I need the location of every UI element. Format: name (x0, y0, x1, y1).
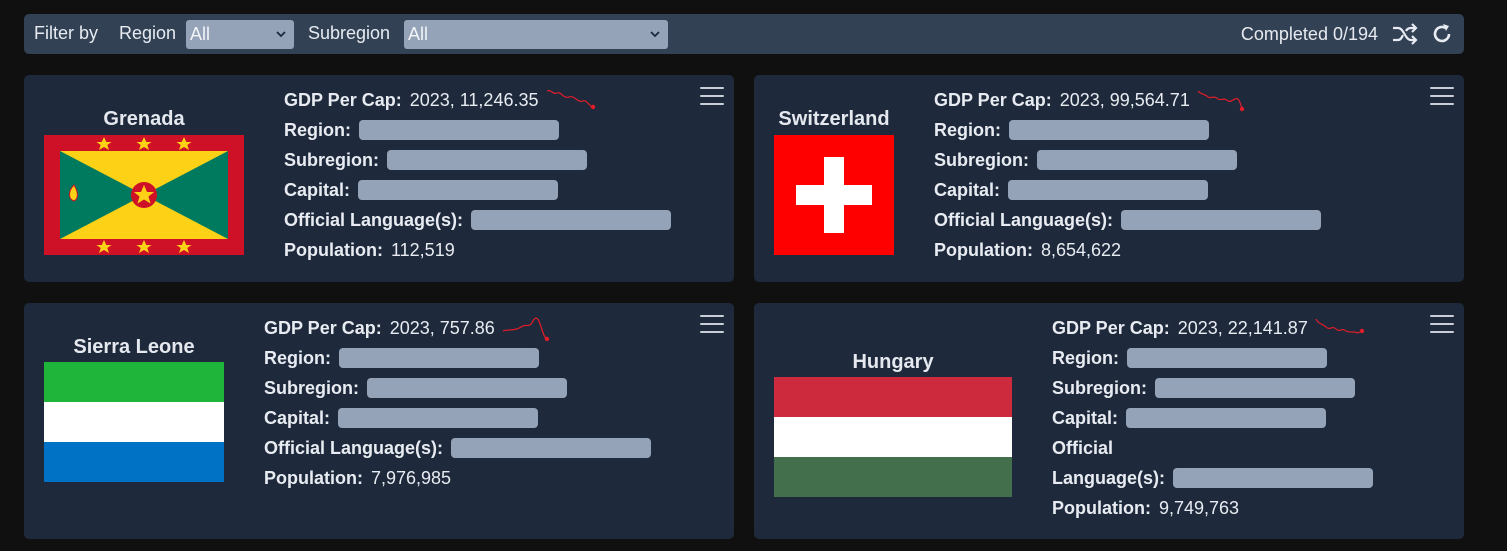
gdp-sparkline (1315, 318, 1365, 334)
region-filter-label: Region (119, 23, 177, 43)
subregion-select-value: All (408, 24, 429, 44)
country-card: Grenada GDP Per Cap: 2023, 11,246.35 Regi… (24, 75, 734, 282)
gdp-label: GDP Per Cap: (264, 318, 382, 338)
subregion-label: Subregion: (264, 378, 359, 398)
gdp-value: 2023, 757.86 (389, 318, 495, 338)
country-info: GDP Per Cap: 2023, 99,564.71 Region: Subr… (934, 85, 1322, 265)
gdp-sparkline (1197, 90, 1245, 112)
completed-counter: Completed 0/194 (1240, 23, 1378, 44)
capital-label: Capital: (1052, 408, 1119, 428)
hungary-flag (774, 377, 1012, 497)
region-label: Region: (264, 348, 331, 368)
languages-label: Official Language(s): (934, 210, 1114, 230)
redacted-languages (1121, 210, 1322, 230)
subregion-label: Subregion: (1052, 378, 1147, 398)
country-card: Hungary GDP Per Cap: 2023, 22,141.87 Regi… (754, 303, 1464, 539)
region-select[interactable]: All (186, 20, 294, 49)
capital-label: Capital: (934, 180, 1001, 200)
gdp-label: GDP Per Cap: (1052, 318, 1170, 338)
languages-label: Official (1052, 438, 1114, 458)
redacted-subregion (387, 150, 587, 170)
redacted-capital (358, 180, 559, 200)
subregion-label: Subregion: (284, 150, 379, 170)
subregion-filter-label: Subregion (308, 23, 391, 43)
languages-label: Official Language(s): (264, 438, 444, 458)
redacted-languages (1173, 468, 1374, 488)
population-value: 8,654,622 (1040, 240, 1122, 260)
gdp-value: 2023, 22,141.87 (1177, 318, 1308, 338)
country-info: GDP Per Cap: 2023, 11,246.35 Region: Subr… (284, 85, 672, 265)
gdp-sparkline (502, 317, 550, 342)
redacted-subregion (1037, 150, 1237, 170)
subregion-label: Subregion: (934, 150, 1029, 170)
country-name: Sierra Leone (73, 336, 195, 358)
sierra-leone-flag (44, 362, 224, 482)
redacted-region (359, 120, 559, 140)
gdp-sparkline (546, 89, 595, 110)
country-card: Sierra Leone GDP Per Cap: 2023, 757.86 Re… (24, 303, 734, 539)
population-label: Population: (934, 240, 1033, 260)
region-label: Region: (1052, 348, 1119, 368)
hamburger-menu-icon[interactable] (1430, 314, 1454, 334)
filter-by-label: Filter by (34, 23, 99, 43)
gdp-value: 2023, 11,246.35 (409, 90, 539, 110)
population-label: Population: (1052, 498, 1151, 518)
country-name: Grenada (103, 108, 185, 130)
redacted-languages (451, 438, 652, 458)
redacted-region (1127, 348, 1327, 368)
capital-label: Capital: (284, 180, 351, 200)
filter-bar-right: Completed 0/194 (1241, 14, 1464, 54)
population-value: 9,749,763 (1158, 498, 1240, 518)
region-select-value: All (190, 24, 211, 44)
switzerland-flag (774, 135, 894, 255)
redacted-region (339, 348, 539, 368)
chevron-down-icon (648, 25, 662, 39)
redacted-subregion (367, 378, 567, 398)
redacted-capital (338, 408, 539, 428)
country-info: GDP Per Cap: 2023, 757.86 Region: Subregi… (264, 313, 652, 493)
population-value: 112,519 (390, 240, 455, 260)
redacted-capital (1126, 408, 1327, 428)
population-value: 7,976,985 (370, 468, 452, 488)
gdp-label: GDP Per Cap: (284, 90, 402, 110)
shuffle-icon[interactable] (1390, 19, 1420, 49)
hamburger-menu-icon[interactable] (700, 86, 724, 106)
grenada-flag (44, 135, 244, 255)
population-label: Population: (264, 468, 363, 488)
country-info: GDP Per Cap: 2023, 22,141.87 Region: Subr… (1052, 313, 1374, 523)
languages-label: Language(s): (1052, 468, 1166, 488)
redacted-region (1009, 120, 1209, 140)
country-name: Switzerland (778, 108, 890, 130)
redacted-languages (471, 210, 672, 230)
population-label: Population: (284, 240, 383, 260)
country-name: Hungary (852, 351, 934, 373)
gdp-label: GDP Per Cap: (934, 90, 1052, 110)
capital-label: Capital: (264, 408, 331, 428)
subregion-select[interactable]: All (404, 20, 668, 49)
filter-bar: Filter by Region All Subregion All Compl… (24, 14, 1464, 54)
refresh-icon[interactable] (1428, 20, 1456, 48)
redacted-capital (1008, 180, 1209, 200)
hamburger-menu-icon[interactable] (1430, 86, 1454, 106)
redacted-subregion (1155, 378, 1355, 398)
region-label: Region: (284, 120, 351, 140)
languages-label: Official Language(s): (284, 210, 464, 230)
gdp-value: 2023, 99,564.71 (1059, 90, 1190, 110)
chevron-down-icon (274, 25, 288, 39)
country-card: Switzerland GDP Per Cap: 2023, 99,564.71 … (754, 75, 1464, 282)
hamburger-menu-icon[interactable] (700, 314, 724, 334)
region-label: Region: (934, 120, 1001, 140)
